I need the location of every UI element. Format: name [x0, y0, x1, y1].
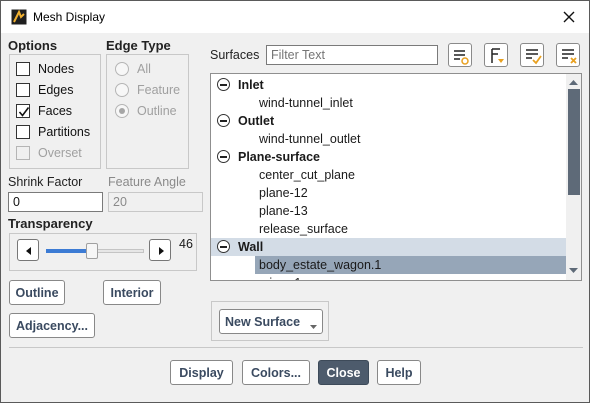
transparency-increase-button[interactable]	[149, 239, 171, 261]
surfaces-label: Surfaces	[210, 48, 260, 62]
surface-item-row[interactable]: body_estate_wagon.1	[255, 256, 566, 274]
select-all-button[interactable]	[448, 43, 472, 67]
edge-type-outline-radio: Outline	[115, 102, 177, 120]
checkbox-box[interactable]	[16, 125, 30, 139]
surface-group-row[interactable]: Plane-surface	[211, 148, 566, 166]
surface-group-label: Plane-surface	[238, 150, 320, 164]
checkbox-label: Edges	[38, 83, 74, 97]
transparency-decrease-button[interactable]	[17, 239, 39, 261]
footer-divider	[9, 347, 583, 348]
feature-angle-label: Feature Angle	[108, 175, 186, 189]
close-icon[interactable]	[557, 5, 581, 29]
option-overset-checkbox: Overset	[16, 144, 82, 162]
adjacency-button[interactable]: Adjacency...	[9, 313, 95, 338]
option-edges-checkbox[interactable]: Edges	[16, 81, 73, 99]
filter-options-button[interactable]	[484, 43, 508, 67]
list-clear-icon	[562, 49, 577, 64]
list-select-icon	[454, 50, 469, 65]
mesh-display-dialog: Mesh Display Options Nodes Edges Faces Part…	[0, 0, 590, 403]
help-button[interactable]: Help	[377, 360, 421, 385]
caret-left-icon	[26, 247, 31, 255]
scroll-down-icon[interactable]	[566, 265, 581, 277]
shrink-factor-input[interactable]	[8, 192, 103, 212]
scroll-up-icon[interactable]	[566, 76, 581, 88]
radio-circle	[115, 83, 129, 97]
radio-label: All	[137, 62, 151, 76]
collapse-toggle-icon[interactable]	[217, 150, 230, 163]
edge-type-all-radio: All	[115, 60, 151, 78]
radio-circle	[115, 62, 129, 76]
new-surface-label: New Surface	[225, 314, 301, 329]
surface-group-row[interactable]: Inlet	[211, 76, 566, 94]
surface-item-label: release_surface	[259, 222, 348, 236]
surface-item-row[interactable]: wind-tunnel_inlet	[211, 94, 566, 112]
checkbox-label: Overset	[38, 146, 82, 160]
collapse-toggle-icon[interactable]	[217, 240, 230, 253]
surface-item-label: plane-12	[259, 186, 308, 200]
edge-type-feature-radio: Feature	[115, 81, 180, 99]
check-selected-button[interactable]	[520, 43, 544, 67]
caret-right-icon	[159, 247, 164, 255]
surface-item-row[interactable]: plane-13	[211, 202, 566, 220]
surface-item-label: plane-13	[259, 204, 308, 218]
surfaces-filter-input[interactable]	[266, 45, 438, 65]
surfaces-list[interactable]: Inlet wind-tunnel_inlet Outlet wind-tunnel_…	[210, 73, 582, 281]
list-filter-icon	[491, 48, 504, 63]
checkmark-icon	[18, 107, 30, 117]
surface-item-row[interactable]: release_surface	[211, 220, 566, 238]
checkbox-box[interactable]	[16, 104, 30, 118]
surface-item-label: wind-tunnel_outlet	[259, 132, 361, 146]
transparency-slider-thumb[interactable]	[86, 243, 98, 259]
shrink-factor-label: Shrink Factor	[8, 175, 83, 189]
interior-button[interactable]: Interior	[103, 280, 161, 305]
checkbox-label: Nodes	[38, 62, 75, 76]
colors-button[interactable]: Colors...	[242, 360, 310, 385]
list-check-icon	[526, 49, 542, 65]
transparency-slider-fill	[46, 249, 91, 253]
checkbox-box[interactable]	[16, 62, 30, 76]
radio-circle	[115, 104, 129, 118]
option-partitions-checkbox[interactable]: Partitions	[16, 123, 90, 141]
option-nodes-checkbox[interactable]: Nodes	[16, 60, 74, 78]
checkbox-label: Partitions	[38, 125, 91, 139]
surface-item-label: center_cut_plane	[259, 168, 355, 182]
fluent-app-icon	[11, 9, 27, 25]
surface-group-row[interactable]: Wall	[211, 238, 566, 256]
surface-group-label: Inlet	[238, 78, 264, 92]
collapse-toggle-icon[interactable]	[217, 114, 230, 127]
close-button[interactable]: Close	[318, 360, 369, 385]
collapse-toggle-icon[interactable]	[217, 78, 230, 91]
surfaces-scrollbar-thumb[interactable]	[568, 89, 580, 195]
new-surface-button[interactable]: New Surface	[219, 309, 323, 334]
radio-label: Outline	[137, 104, 177, 118]
option-faces-checkbox[interactable]: Faces	[16, 102, 72, 120]
chevron-down-icon	[310, 325, 317, 329]
surface-item-row[interactable]: plane-12	[211, 184, 566, 202]
transparency-label: Transparency	[8, 216, 93, 231]
edge-type-label: Edge Type	[106, 38, 171, 53]
surface-item-label: body_estate_wagon.1	[259, 258, 382, 272]
transparency-value: 46	[179, 237, 193, 251]
feature-angle-input	[108, 192, 203, 212]
surface-item-row[interactable]: center_cut_plane	[211, 166, 566, 184]
surface-group-label: Wall	[238, 240, 264, 254]
surface-item-label: wind-tunnel_inlet	[259, 96, 353, 110]
radio-dot	[119, 108, 125, 114]
outline-button[interactable]: Outline	[9, 280, 65, 305]
surface-item-row[interactable]: wind-tunnel_outlet	[211, 130, 566, 148]
checkbox-label: Faces	[38, 104, 73, 118]
radio-label: Feature	[137, 83, 181, 97]
title-bar: Mesh Display	[1, 1, 589, 33]
surface-item-row[interactable]: mirror.1	[211, 274, 566, 280]
window-title: Mesh Display	[33, 10, 106, 24]
surface-group-row[interactable]: Outlet	[211, 112, 566, 130]
checkbox-box[interactable]	[16, 83, 30, 97]
clear-selection-button[interactable]	[556, 43, 580, 67]
surfaces-scrollbar[interactable]	[566, 74, 581, 280]
display-button[interactable]: Display	[170, 360, 233, 385]
options-label: Options	[8, 38, 58, 53]
surface-group-label: Outlet	[238, 114, 275, 128]
surface-item-label: mirror.1	[259, 276, 301, 280]
checkbox-box	[16, 146, 30, 160]
